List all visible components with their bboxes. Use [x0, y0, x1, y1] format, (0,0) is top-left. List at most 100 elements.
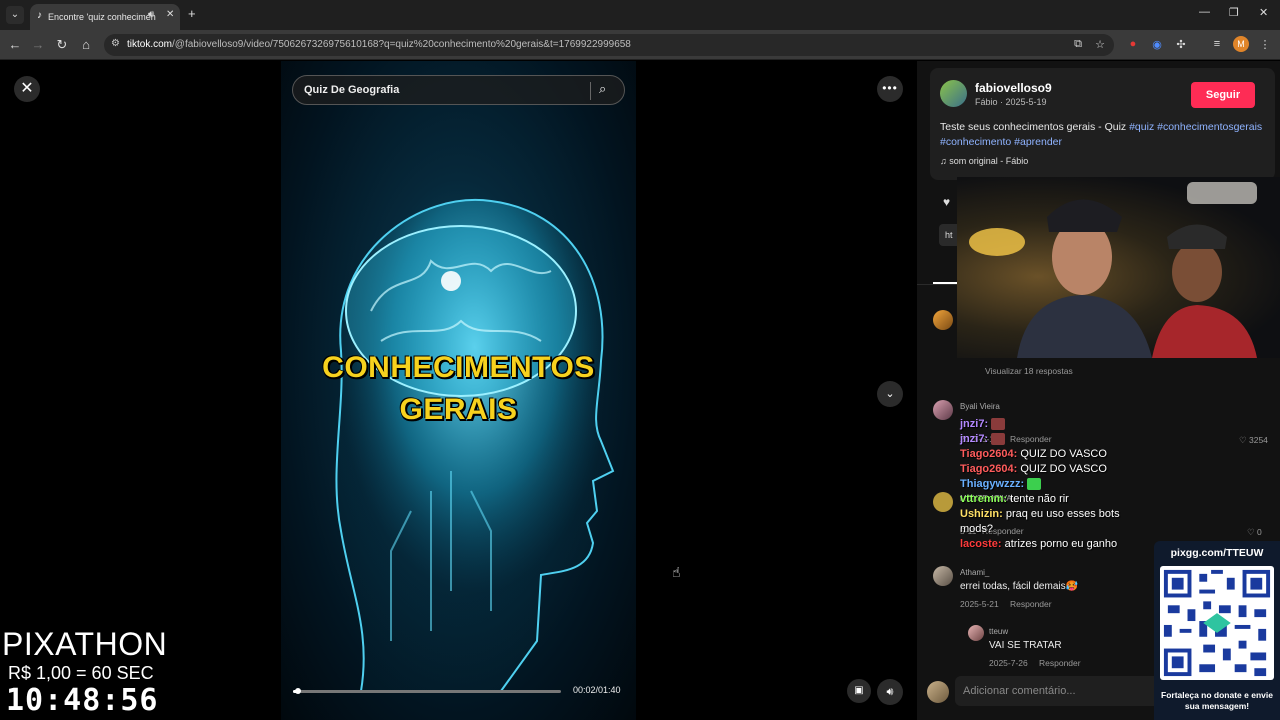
hashtag-link[interactable]: #quiz [1129, 121, 1154, 133]
profile-avatar[interactable]: M [1233, 36, 1249, 52]
post-description: Teste seus conhecimentos gerais - Quiz #… [940, 120, 1265, 150]
url-host: tiktok.com [127, 39, 173, 50]
comment-likes[interactable]: ♡ 0 [1247, 527, 1262, 538]
video-caption-overlay: CONHECIMENTOS GERAIS [281, 347, 636, 431]
commenter-avatar[interactable] [933, 400, 953, 420]
tab-title: Encontre 'quiz conhecimen [48, 12, 156, 22]
pixathon-rate: R$ 1,00 = 60 SEC [8, 663, 154, 683]
more-options-button[interactable]: ••• [877, 76, 903, 102]
extensions-puzzle-icon[interactable]: ✣ [1173, 38, 1189, 51]
search-divider [590, 82, 591, 100]
close-video-button[interactable]: ✕ [14, 76, 40, 102]
chat-text: QUIZ DO VASCO [1017, 463, 1107, 475]
description-text: Teste seus conhecimentos gerais - Quiz [940, 121, 1130, 133]
install-app-icon[interactable]: ⧉ [1070, 38, 1086, 51]
commenter-avatar[interactable] [933, 310, 953, 330]
address-bar[interactable]: ⚙ tiktok.com/@fabiovelloso9/video/750626… [104, 34, 1114, 56]
chat-text: tente não rir [1007, 493, 1069, 505]
video-caption-line2: GERAIS [399, 393, 518, 426]
comment-username[interactable]: tteuw [989, 627, 1008, 636]
picture-in-picture-button[interactable]: ▣ [847, 679, 871, 703]
comment-likes[interactable]: ♡ 3254 [1239, 435, 1268, 446]
chat-username: Tiago2604: [960, 463, 1018, 475]
qr-code-image [1160, 566, 1274, 680]
reply-button[interactable]: Responder [1039, 658, 1081, 668]
chat-message: Tiago2604: QUIZ DO VASCO [960, 462, 1150, 477]
close-window-button[interactable]: ✕ [1259, 6, 1268, 19]
video-search-bar[interactable]: Quiz De Geografia ⌕ [292, 75, 625, 105]
bookmark-star-icon[interactable]: ☆ [1092, 38, 1108, 51]
site-info-icon[interactable]: ⚙ [111, 38, 120, 49]
author-avatar[interactable] [940, 80, 967, 107]
commenter-avatar[interactable] [933, 566, 953, 586]
search-icon[interactable]: ⌕ [599, 81, 606, 97]
hashtag-link[interactable]: #aprender [1014, 136, 1062, 148]
speaker-icon[interactable]: 🔊︎ [148, 9, 154, 20]
follow-button[interactable]: Seguir [1191, 82, 1255, 108]
chat-text: QUIZ DO VASCO [1017, 448, 1107, 460]
view-replies-link[interactable]: Visualizar 18 respostas [985, 366, 1073, 376]
hashtag-link[interactable]: #conhecimentosgerais [1157, 121, 1262, 133]
music-note-icon: ♫ [940, 156, 950, 166]
webcam-image [969, 182, 1257, 358]
extension-icon[interactable]: ◉ [1149, 38, 1165, 51]
qr-code-pattern [1163, 569, 1271, 677]
home-button[interactable]: ⌂ [77, 37, 95, 52]
pixathon-overlay: PIXATHON R$ 1,00 = 60 SEC 10:48:56 [0, 626, 170, 720]
chat-message: jnzi7: [960, 417, 1150, 432]
record-extension-icon[interactable]: ● [1125, 38, 1141, 50]
hashtag-link[interactable]: #conhecimento [940, 136, 1011, 148]
browser-tab[interactable]: ♪ Encontre 'quiz conhecimen 🔊︎ ✕ [30, 4, 180, 30]
stream-chat-overlay: jnzi7: jnzi7: Tiago2604: QUIZ DO VASCO Tiag… [960, 417, 1150, 552]
chat-message: lacoste: atrizes porno eu ganho [960, 537, 1150, 552]
comment-like-count: 3254 [1248, 435, 1268, 445]
video-progress-bar[interactable] [293, 688, 561, 694]
back-button[interactable]: ← [6, 37, 24, 52]
forward-button[interactable]: → [29, 37, 47, 52]
tiktok-video-page: ✕ Quiz De Geografia ⌕ CONHECIMENTOS GERA [0, 61, 1280, 720]
new-tab-button[interactable]: + [188, 6, 196, 21]
commenter-avatar[interactable] [968, 625, 984, 641]
donation-url: pixgg.com/TTEUW [1170, 547, 1264, 559]
author-name[interactable]: fabiovelloso9 [975, 81, 1052, 95]
chat-username: jnzi7: [960, 418, 989, 430]
reply-button[interactable]: Responder [1010, 599, 1052, 609]
media-controls-icon[interactable]: ≡ [1209, 38, 1225, 50]
chat-message: Ushizin: praq eu uso esses bots mods? [960, 507, 1150, 537]
chat-message: jnzi7: [960, 432, 1150, 447]
emote-icon [991, 433, 1006, 446]
video-search-text: Quiz De Geografia [304, 84, 400, 96]
heart-icon[interactable]: ♥ [943, 195, 950, 209]
comment-text: errei todas, fácil demais🥵 [960, 581, 1079, 592]
comment-username[interactable]: Athami_ [960, 568, 989, 577]
commenter-avatar[interactable] [933, 492, 953, 512]
minimize-button[interactable]: — [1199, 6, 1210, 18]
comment-username[interactable]: Byali Vieira [960, 402, 1000, 411]
url-path: /@fabiovelloso9/video/750626732697561016… [172, 39, 631, 50]
post-info-card: fabiovelloso9 Fábio · 2025-5-19 Seguir T… [930, 68, 1275, 180]
tiktok-favicon-icon: ♪ [37, 10, 42, 21]
tab-search-button[interactable]: ⌄ [6, 6, 24, 24]
browser-menu-icon[interactable]: ⋮ [1257, 38, 1273, 51]
streamer-webcam-overlay [957, 177, 1280, 358]
comment-like-count: 0 [1256, 527, 1262, 537]
heart-outline-icon: ♡ [1239, 435, 1249, 445]
chat-text: atrizes porno eu ganho [1001, 538, 1118, 550]
browser-toolbar: ← → ↻ ⌂ ⚙ tiktok.com/@fabiovelloso9/vide… [0, 30, 1280, 60]
next-video-button[interactable]: ⌄ [877, 381, 903, 407]
sound-link[interactable]: ♫ som original - Fábio [940, 156, 1028, 166]
video-caption-line1: CONHECIMENTOS [322, 351, 595, 384]
post-meta: Fábio · 2025-5-19 [975, 97, 1047, 107]
video-progress-handle[interactable] [295, 688, 302, 694]
chat-username: vttremm: [960, 493, 1008, 505]
video-player[interactable]: Quiz De Geografia ⌕ CONHECIMENTOS GERAIS… [281, 61, 636, 720]
heart-outline-icon: ♡ [1247, 527, 1257, 537]
video-time: 00:02/01:40 [573, 685, 621, 695]
reload-button[interactable]: ↻ [53, 37, 71, 53]
chat-message: Tiago2604: QUIZ DO VASCO [960, 447, 1150, 462]
tab-close-icon[interactable]: ✕ [166, 9, 174, 20]
volume-button[interactable]: 🔊︎ [877, 679, 903, 705]
restore-button[interactable]: ❐ [1229, 6, 1239, 19]
sound-name: som original - Fábio [949, 156, 1029, 166]
donation-caption: Fortaleça no donate e envie sua mensagem… [1161, 690, 1273, 711]
